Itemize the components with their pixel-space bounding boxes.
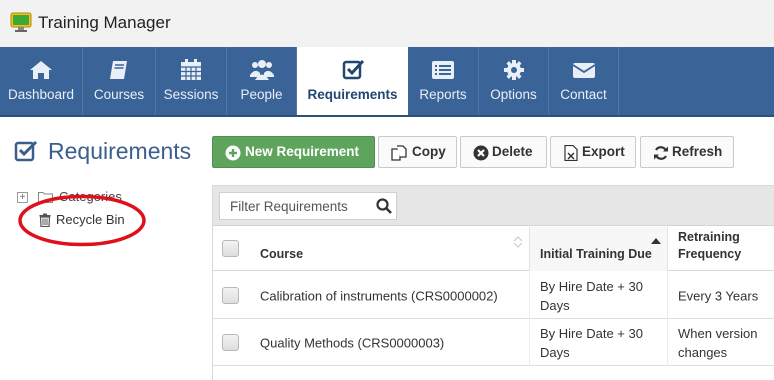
- nav-label: Reports: [419, 87, 467, 102]
- requirements-grid: Course Initial Training Due Retraining F…: [212, 185, 774, 380]
- column-header-initial-due[interactable]: Initial Training Due: [530, 227, 668, 271]
- table-row[interactable]: Quality Methods (CRS0000003) By Hire Dat…: [213, 319, 774, 366]
- cell-line: changes: [678, 344, 728, 360]
- filter-input[interactable]: [220, 193, 370, 219]
- nav-reports[interactable]: Reports: [408, 47, 479, 115]
- cog-icon: [503, 60, 524, 80]
- cell-initial-due: By Hire Date + 30 Days: [530, 272, 668, 319]
- button-label: Export: [582, 144, 625, 159]
- column-header-course[interactable]: Course: [250, 227, 530, 271]
- check-square-icon: [14, 140, 38, 162]
- column-header-label: Course: [260, 247, 304, 261]
- nav-dashboard[interactable]: Dashboard: [0, 47, 83, 115]
- header-select-cell: [213, 227, 250, 271]
- list-alt-icon: [432, 61, 454, 79]
- cell-text: By Hire Date + 30 Days: [540, 324, 643, 362]
- remove-circle-icon: [473, 145, 489, 161]
- column-header-retraining[interactable]: Retraining Frequency: [668, 227, 774, 271]
- search-icon[interactable]: [376, 198, 392, 214]
- users-icon: [249, 60, 274, 80]
- refresh-button[interactable]: Refresh: [640, 136, 734, 168]
- filter-bar: [213, 186, 774, 226]
- nav-label: Requirements: [307, 87, 398, 102]
- plus-circle-icon: [225, 145, 241, 161]
- sort-ascending-icon: [651, 238, 661, 244]
- cell-line: Days: [540, 297, 570, 313]
- nav-options[interactable]: Options: [479, 47, 549, 115]
- cell-retraining: Every 3 Years: [668, 272, 774, 319]
- nav-courses[interactable]: Courses: [83, 47, 156, 115]
- cell-text: By Hire Date + 30 Days: [540, 277, 643, 315]
- nav-label: Courses: [93, 87, 145, 102]
- app-title: Training Manager: [38, 13, 171, 32]
- filter-box: [219, 192, 397, 220]
- book-icon: [110, 61, 127, 79]
- page-title-text: Requirements: [48, 138, 192, 164]
- column-header-line: Frequency: [678, 247, 742, 261]
- title-bar: Training Manager: [0, 0, 774, 47]
- cell-text: Calibration of instruments (CRS0000002): [260, 288, 498, 303]
- nav-label: Contact: [560, 87, 607, 102]
- home-icon: [30, 61, 52, 79]
- cell-line: When version: [678, 325, 758, 341]
- main-nav: Dashboard Courses Sessions People Requir…: [0, 47, 774, 117]
- column-header-label: Retraining Frequency: [678, 229, 741, 263]
- button-label: New Requirement: [245, 144, 360, 159]
- calendar-icon: [181, 59, 201, 80]
- table-row[interactable]: Calibration of instruments (CRS0000002) …: [213, 272, 774, 319]
- delete-button[interactable]: Delete: [460, 136, 547, 168]
- cell-initial-due: By Hire Date + 30 Days: [530, 319, 668, 366]
- cell-line: By Hire Date + 30: [540, 325, 643, 341]
- envelope-icon: [572, 63, 595, 78]
- annotation-ellipse: [18, 194, 146, 247]
- copy-icon: [391, 145, 407, 161]
- row-checkbox[interactable]: [222, 334, 239, 351]
- button-label: Delete: [492, 144, 533, 159]
- export-button[interactable]: Export: [550, 136, 636, 168]
- copy-button[interactable]: Copy: [378, 136, 457, 168]
- nav-contact[interactable]: Contact: [549, 47, 619, 115]
- nav-sessions[interactable]: Sessions: [156, 47, 227, 115]
- table-header: Course Initial Training Due Retraining F…: [213, 227, 774, 271]
- cell-course: Quality Methods (CRS0000003): [250, 319, 530, 366]
- select-all-checkbox[interactable]: [222, 240, 239, 257]
- cell-text: When version changes: [678, 324, 757, 362]
- button-label: Copy: [412, 144, 446, 159]
- nav-label: People: [240, 87, 283, 102]
- nav-label: Options: [490, 87, 537, 102]
- button-label: Refresh: [672, 144, 723, 159]
- nav-requirements[interactable]: Requirements: [297, 47, 408, 115]
- cell-course: Calibration of instruments (CRS0000002): [250, 272, 530, 319]
- refresh-icon: [654, 146, 668, 160]
- monitor-app-icon: [10, 12, 32, 32]
- cell-retraining: When version changes: [668, 319, 774, 366]
- nav-label: Sessions: [163, 87, 219, 102]
- cell-text: Every 3 Years: [678, 288, 759, 303]
- new-requirement-button[interactable]: New Requirement: [212, 136, 375, 168]
- cell-line: By Hire Date + 30: [540, 278, 643, 294]
- nav-people[interactable]: People: [227, 47, 297, 115]
- column-header-line: Retraining: [678, 230, 740, 244]
- excel-file-icon: [564, 145, 578, 161]
- column-header-label: Initial Training Due: [540, 247, 652, 261]
- cell-text: Quality Methods (CRS0000003): [260, 335, 445, 350]
- nav-label: Dashboard: [7, 87, 75, 102]
- sort-icon: [513, 236, 523, 248]
- check-square-icon: [342, 59, 364, 80]
- row-checkbox[interactable]: [222, 287, 239, 304]
- cell-line: Days: [540, 344, 570, 360]
